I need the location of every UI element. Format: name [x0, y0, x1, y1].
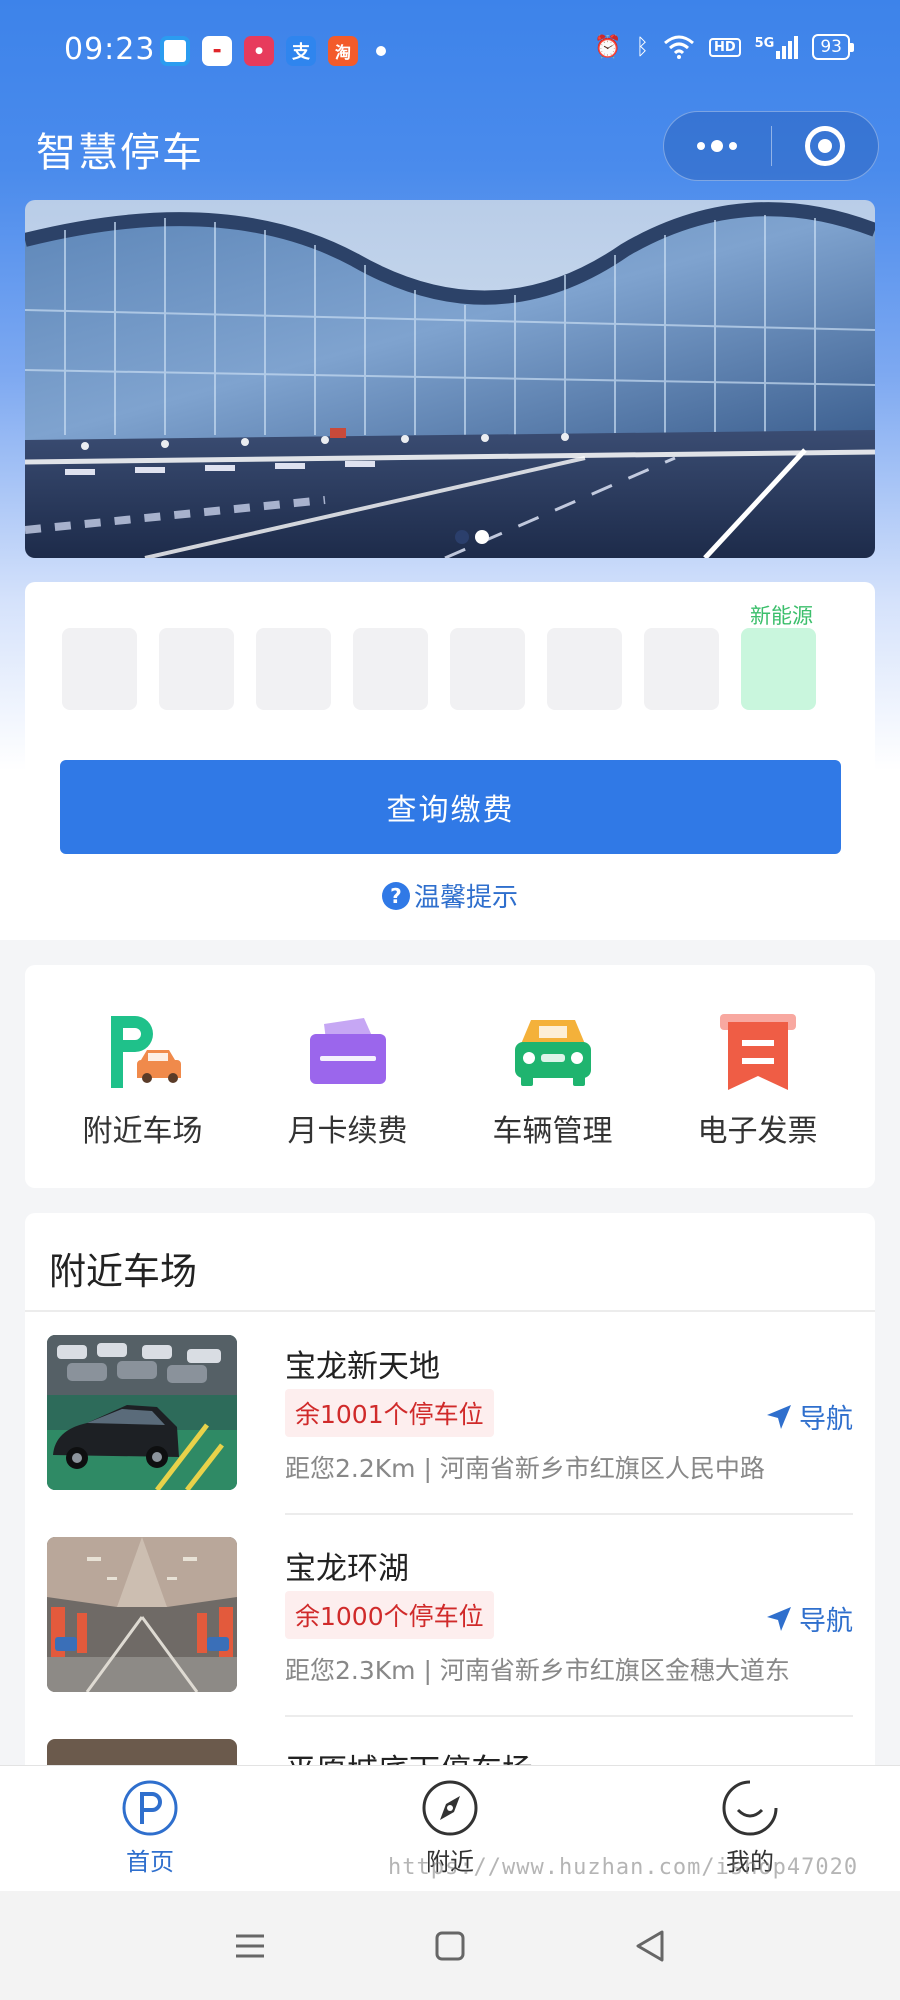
- menu-icon[interactable]: [232, 1928, 268, 1964]
- plate-char-box-5[interactable]: [450, 628, 525, 710]
- menu-label: 附近车场: [82, 1114, 203, 1149]
- parking-lot-thumbnail: [47, 1537, 237, 1692]
- compass-icon: [422, 1780, 478, 1836]
- system-icons: ⏰ ᛒ HD 5G 93: [594, 34, 854, 60]
- section-title: 附近车场: [49, 1250, 197, 1293]
- plate-char-box-4[interactable]: [353, 628, 428, 710]
- quick-menu: 附近车场 月卡续费 车辆管理 电子发票: [25, 965, 875, 1188]
- menu-vehicle-manage[interactable]: 车辆管理: [458, 965, 648, 1188]
- parking-lot-name: 宝龙新天地: [285, 1349, 440, 1385]
- plate-char-box-6[interactable]: [547, 628, 622, 710]
- status-time: 09:23: [64, 32, 156, 67]
- card-icon: [309, 1018, 386, 1084]
- mini-program-capsule: [663, 111, 879, 181]
- more-notifications-dot: [376, 46, 386, 56]
- status-bar: 09:23 ▬ ● 支 淘 ⏰ ᛒ HD 5G 93: [0, 0, 900, 100]
- alipay-app-icon: 支: [286, 36, 316, 66]
- parking-p-icon: [122, 1780, 178, 1836]
- signal-icon: 5G: [754, 35, 799, 59]
- notification-icons: ▬ ● 支 淘: [160, 36, 386, 66]
- banner-dot[interactable]: [455, 530, 469, 544]
- back-icon[interactable]: [632, 1928, 668, 1964]
- home-icon[interactable]: [432, 1928, 468, 1964]
- suning-app-icon: ▬: [202, 36, 232, 66]
- parking-lot-distance-address: 距您2.3Km | 河南省新乡市红旗区金穗大道东: [285, 1656, 790, 1685]
- page-title: 智慧停车: [36, 130, 204, 176]
- xiaohongshu-app-icon: ●: [244, 36, 274, 66]
- navigate-label: 导航: [799, 1404, 853, 1435]
- plate-char-box-7[interactable]: [644, 628, 719, 710]
- plate-char-box-3[interactable]: [256, 628, 331, 710]
- tips-link[interactable]: ? 温馨提示: [25, 877, 875, 914]
- banner-dot-active[interactable]: [475, 530, 489, 544]
- navigation-arrow-icon: [767, 1606, 791, 1631]
- close-button[interactable]: [772, 112, 879, 180]
- taobao-app-icon: 淘: [328, 36, 358, 66]
- alarm-icon: ⏰: [594, 34, 622, 60]
- menu-label: 月卡续费: [287, 1114, 408, 1149]
- divider: [285, 1715, 853, 1717]
- tab-label: 首页: [126, 1848, 174, 1876]
- menu-label: 电子发票: [697, 1114, 818, 1149]
- airport-terminal-image: [25, 200, 875, 558]
- target-icon: [804, 126, 845, 166]
- wifi-icon: [663, 35, 694, 59]
- navigate-button[interactable]: 导航: [765, 1599, 853, 1638]
- bluetooth-icon: ᛒ: [635, 34, 649, 60]
- menu-e-invoice[interactable]: 电子发票: [663, 965, 853, 1188]
- navigate-label: 导航: [799, 1606, 853, 1637]
- parking-lot-name: 宝龙环湖: [285, 1551, 409, 1587]
- plate-input-row: [62, 628, 816, 710]
- system-navigation-bar: [0, 1891, 900, 2000]
- divider: [285, 1513, 853, 1515]
- tab-home[interactable]: 首页: [0, 1766, 300, 1891]
- watermark: https://www.huzhan.com/ishop47020: [388, 1855, 859, 1880]
- navigation-arrow-icon: [767, 1404, 791, 1429]
- battery-indicator: 93: [812, 34, 854, 60]
- navigate-button[interactable]: 导航: [765, 1397, 853, 1436]
- parking-lot-thumbnail: [47, 1335, 237, 1490]
- parking-car-icon: [110, 1016, 181, 1088]
- car-icon: [514, 1020, 591, 1086]
- menu-monthly-card[interactable]: 月卡续费: [253, 965, 443, 1188]
- hd-badge: HD: [708, 37, 741, 57]
- plate-query-card: 新能源 查询缴费 ? 温馨提示: [25, 582, 875, 914]
- plate-char-box-new-energy[interactable]: [741, 628, 816, 710]
- divider: [25, 1310, 875, 1312]
- banner-carousel[interactable]: [25, 200, 875, 558]
- query-payment-button[interactable]: 查询缴费: [60, 760, 841, 854]
- more-dots-icon: [697, 140, 738, 152]
- nearby-parking-section: 附近车场 宝龙新天地 余1001个停车位 导航 距您2.2Km | 河南省新乡市…: [25, 1213, 875, 1773]
- more-button[interactable]: [664, 112, 771, 180]
- available-spaces-badge: 余1001个停车位: [285, 1389, 494, 1437]
- smile-icon: [722, 1780, 778, 1836]
- parking-lot-item[interactable]: 宝龙环湖 余1000个停车位 导航 距您2.3Km | 河南省新乡市红旗区金穗大…: [47, 1537, 853, 1737]
- menu-nearby-parking[interactable]: 附近车场: [48, 965, 238, 1188]
- parking-lot-distance-address: 距您2.2Km | 河南省新乡市红旗区人民中路: [285, 1454, 765, 1483]
- tips-label: 温馨提示: [413, 883, 518, 913]
- menu-label: 车辆管理: [492, 1114, 613, 1149]
- available-spaces-badge: 余1000个停车位: [285, 1591, 494, 1639]
- new-energy-label: 新能源: [750, 604, 813, 628]
- signal-label: 5G: [754, 35, 775, 51]
- plate-char-box-2[interactable]: [159, 628, 234, 710]
- invoice-icon: [719, 1014, 796, 1090]
- banner-indicator: [455, 530, 489, 544]
- plate-char-box-1[interactable]: [62, 628, 137, 710]
- blue-square-app-icon: [160, 36, 190, 66]
- parking-lot-item[interactable]: 宝龙新天地 余1001个停车位 导航 距您2.2Km | 河南省新乡市红旗区人民…: [47, 1335, 853, 1535]
- question-icon: ?: [381, 881, 410, 910]
